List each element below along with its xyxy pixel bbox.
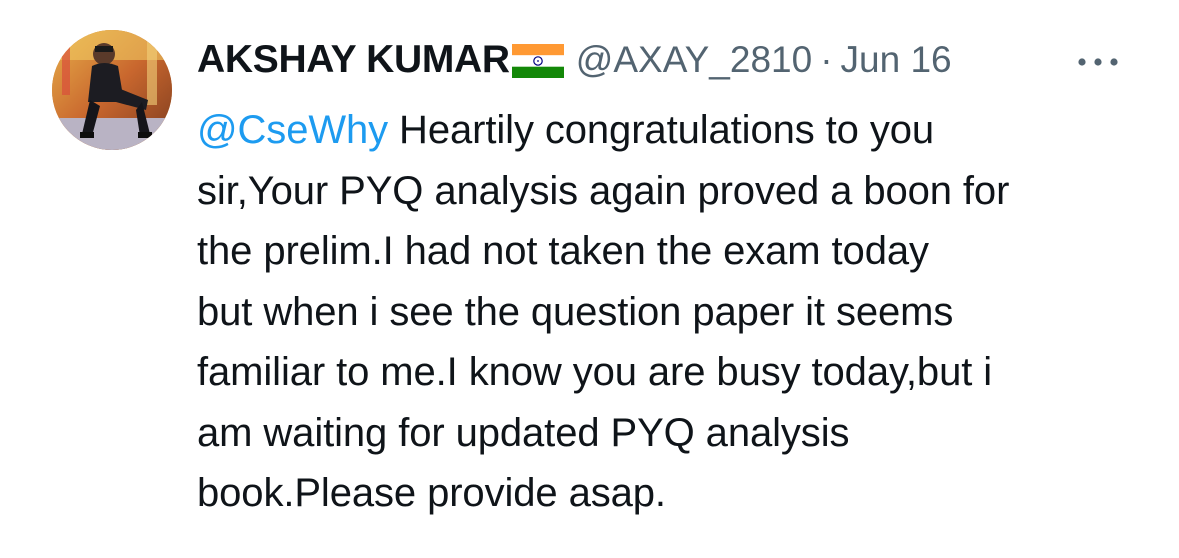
tweet-date[interactable]: Jun 16 [841,39,952,81]
tweet-line: @CseWhy Heartily congratulations to you [197,100,1157,161]
author-handle[interactable]: @AXAY_2810 [576,39,812,81]
tweet-header: AKSHAY KUMAR @AXAY_2810 · Jun 16 [197,32,952,88]
tweet-text: @CseWhy Heartily congratulations to you … [197,100,1157,524]
mention-link[interactable]: @CseWhy [197,108,388,152]
more-horizontal-icon[interactable] [1074,50,1122,74]
line-text: Heartily congratulations to you [388,108,935,152]
tweet-line: am waiting for updated PYQ analysis [197,410,850,455]
separator-dot: · [820,39,833,80]
tweet-line: sir,Your PYQ analysis again proved a boo… [197,168,1010,213]
avatar[interactable] [52,30,172,150]
tweet-line: but when i see the question paper it see… [197,289,954,334]
india-flag-icon [511,44,564,78]
tweet-card[interactable]: AKSHAY KUMAR @AXAY_2810 · Jun 16 @CseWhy… [0,0,1179,558]
tweet-line: familiar to me.I know you are busy today… [197,350,993,394]
tweet-line: book.Please provide asap. [197,471,666,515]
author-name[interactable]: AKSHAY KUMAR [197,38,510,82]
avatar-image [52,30,172,150]
tweet-line: the prelim.I had not taken the exam toda… [197,229,929,273]
